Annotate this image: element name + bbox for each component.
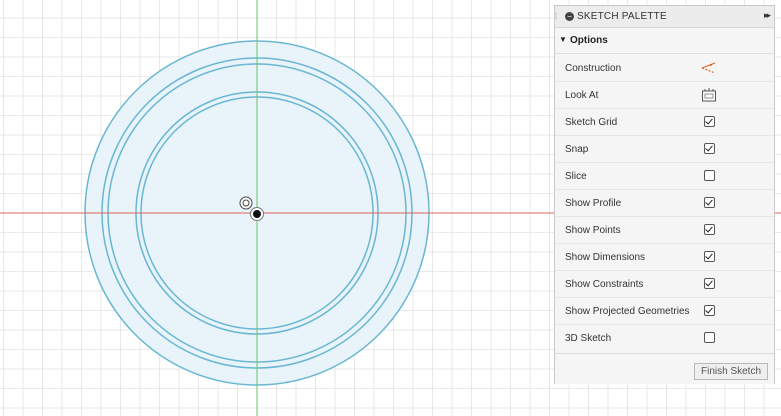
double-chevron-right-icon[interactable]: ▸▸ [764,10,771,21]
finish-sketch-button[interactable]: Finish Sketch [694,363,768,380]
option-label: Sketch Grid [565,117,618,128]
option-row-look-at: Look At [555,82,774,109]
caret-down-icon: ▼ [559,35,567,44]
show-dimensions-checkbox[interactable] [704,251,715,262]
option-row-3d-sketch: 3D Sketch [555,325,774,352]
option-row-sketch-grid: Sketch Grid [555,109,774,136]
show-profile-checkbox[interactable] [704,197,715,208]
3d-sketch-checkbox[interactable] [704,332,715,343]
snap-checkbox[interactable] [704,143,715,154]
option-label: Snap [565,144,589,155]
option-row-construction: Construction [555,55,774,82]
option-label: Show Points [565,225,621,236]
show-points-checkbox[interactable] [704,224,715,235]
palette-title: SKETCH PALETTE [577,11,667,22]
sketch-workspace: ⁞ − SKETCH PALETTE ▸▸ ▼ Options Construc… [0,0,781,416]
sketch-palette-panel: ⁞ − SKETCH PALETTE ▸▸ ▼ Options Construc… [554,5,775,384]
option-row-show-points: Show Points [555,217,774,244]
palette-header[interactable]: ⁞ − SKETCH PALETTE ▸▸ [555,6,774,28]
option-label: Construction [565,63,622,74]
option-row-slice: Slice [555,163,774,190]
drag-grip-icon[interactable]: ⁞ [555,11,560,22]
sketch-grid-checkbox[interactable] [704,116,715,127]
show-projected-geometries-checkbox[interactable] [704,305,715,316]
option-row-show-projected-geometries: Show Projected Geometries [555,298,774,325]
option-row-show-dimensions: Show Dimensions [555,244,774,271]
option-label: 3D Sketch [565,333,612,344]
look-at-icon[interactable] [700,86,718,104]
collapse-circle-icon[interactable]: − [565,12,574,21]
option-row-snap: Snap [555,136,774,163]
option-label: Slice [565,171,587,182]
option-label: Look At [565,90,599,101]
option-label: Show Dimensions [565,252,646,263]
options-section-label: Options [570,35,608,46]
option-row-show-profile: Show Profile [555,190,774,217]
option-label: Show Projected Geometries [565,306,690,317]
palette-footer: Finish Sketch [555,353,774,384]
construction-line-icon[interactable] [700,59,718,77]
option-label: Show Profile [565,198,622,209]
option-row-show-constraints: Show Constraints [555,271,774,298]
show-constraints-checkbox[interactable] [704,278,715,289]
slice-checkbox[interactable] [704,170,715,181]
options-section-header[interactable]: ▼ Options [555,28,774,54]
option-label: Show Constraints [565,279,644,290]
